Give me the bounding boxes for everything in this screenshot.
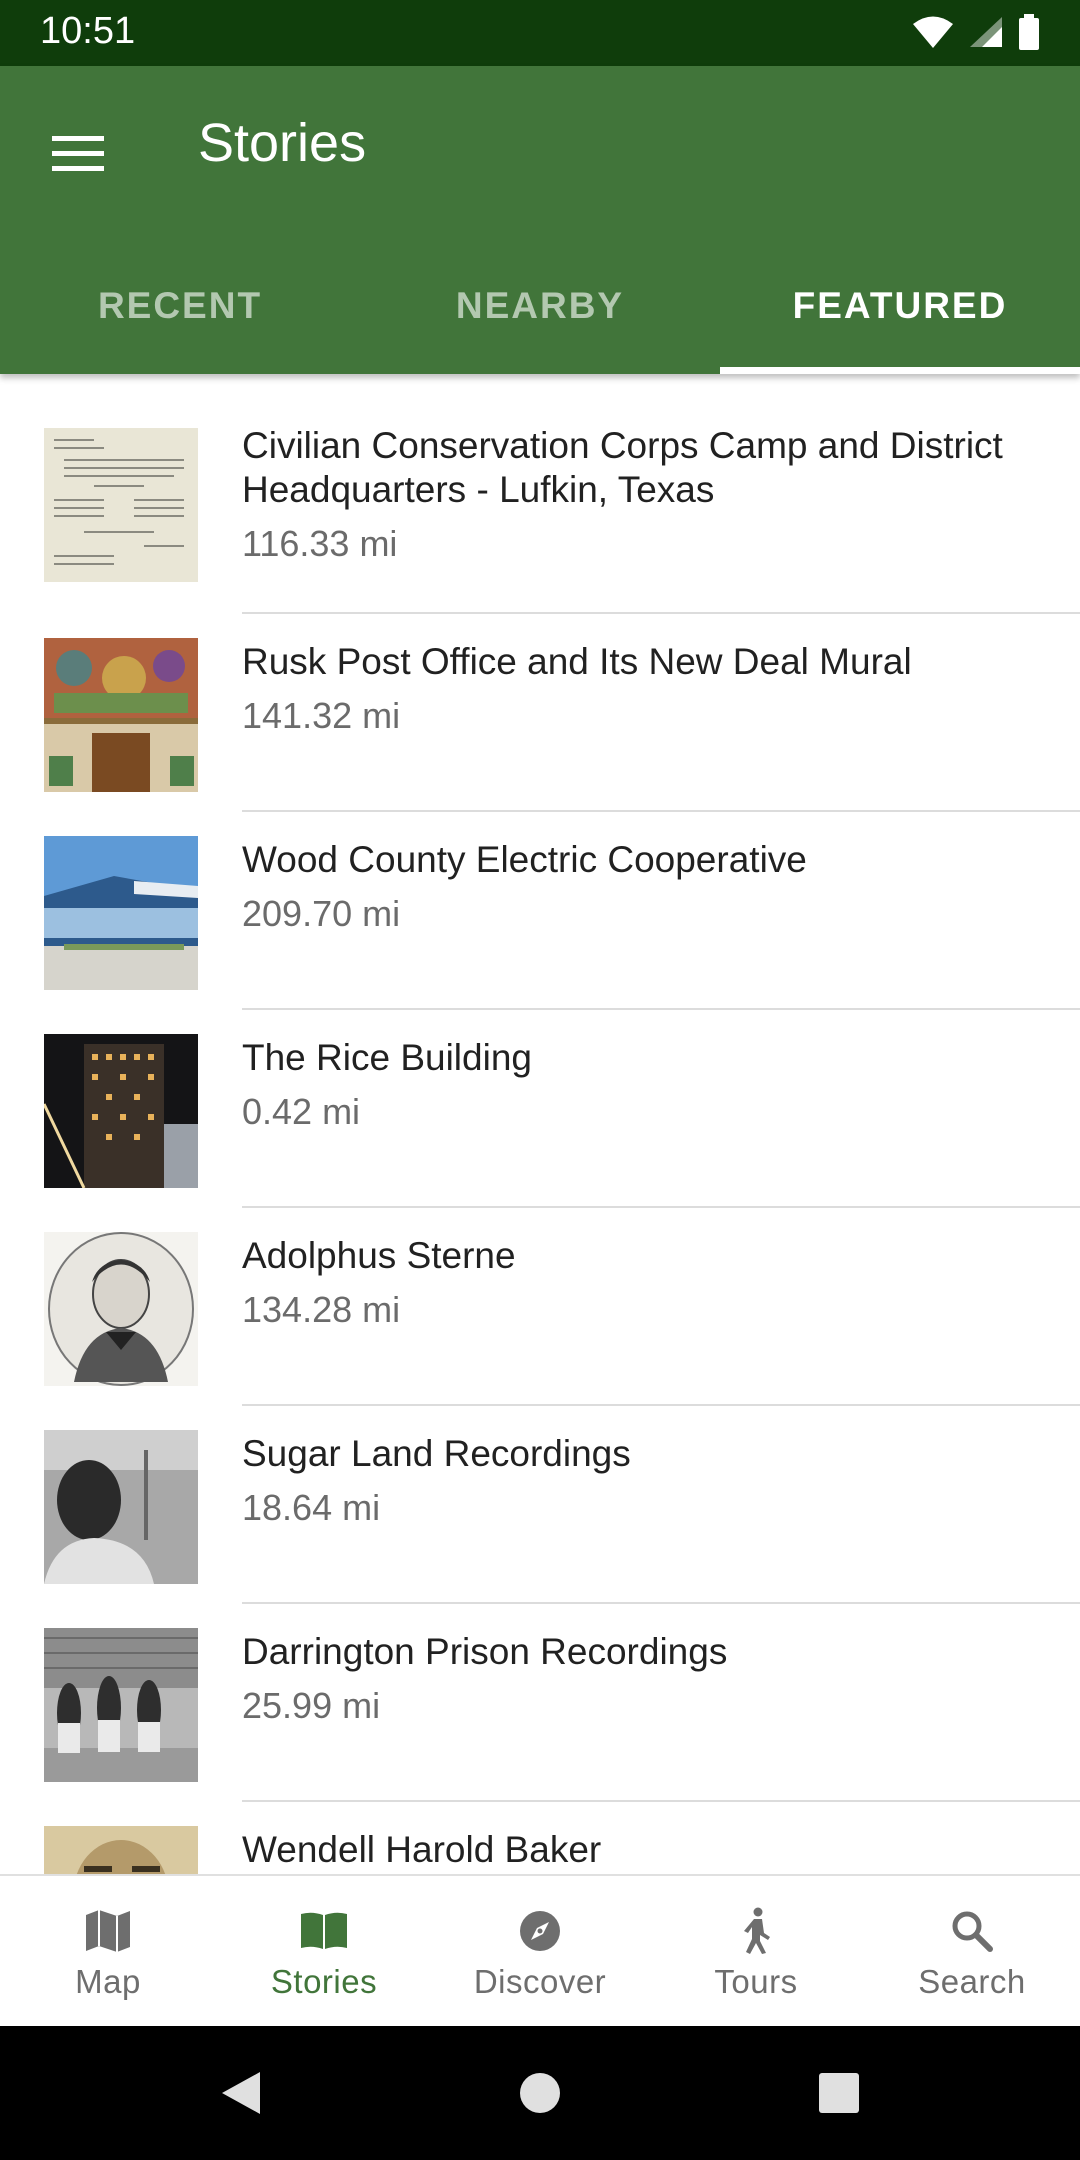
status-bar: 10:51 [0, 0, 1080, 66]
signal-icon [968, 15, 1004, 54]
story-thumbnail [44, 1628, 198, 1782]
nav-stories[interactable]: Stories [216, 1876, 432, 2028]
list-item[interactable]: Rusk Post Office and Its New Deal Mural … [0, 614, 1080, 812]
story-thumbnail [44, 1430, 198, 1584]
nav-discover[interactable]: Discover [432, 1876, 648, 2028]
nav-search[interactable]: Search [864, 1876, 1080, 2028]
app-bar: Stories RECENT NEARBY FEATURED [0, 66, 1080, 374]
nav-tours[interactable]: Tours [648, 1876, 864, 2028]
tab-bar: RECENT NEARBY FEATURED [0, 238, 1080, 374]
hamburger-menu-icon [52, 135, 104, 177]
list-item[interactable]: Wood County Electric Cooperative 209.70 … [0, 812, 1080, 1010]
walking-icon [728, 1903, 784, 1959]
wifi-icon [912, 15, 954, 54]
map-icon [80, 1903, 136, 1959]
recents-square-icon [819, 2073, 859, 2113]
story-title: Darrington Prison Recordings [242, 1631, 728, 1672]
nav-label: Tours [714, 1963, 798, 2000]
status-icons [912, 13, 1040, 55]
status-time: 10:51 [40, 10, 136, 52]
story-thumbnail [44, 1232, 198, 1386]
story-title: Civilian Conservation Corps Camp and Dis… [242, 425, 1003, 510]
system-navigation-bar [0, 2026, 1080, 2160]
story-distance: 134.28 mi [242, 1289, 401, 1330]
story-thumbnail [44, 836, 198, 990]
list-item[interactable]: Darrington Prison Recordings 25.99 mi [0, 1604, 1080, 1802]
home-button[interactable] [515, 2068, 565, 2118]
nav-label: Map [75, 1963, 141, 2000]
battery-icon [1018, 13, 1040, 55]
tab-nearby[interactable]: NEARBY [360, 238, 720, 374]
book-icon [296, 1903, 352, 1959]
page-title: Stories [198, 113, 367, 173]
story-distance: 18.64 mi [242, 1487, 381, 1528]
story-list: Civilian Conservation Corps Camp and Dis… [0, 374, 1080, 1874]
story-title: Wendell Harold Baker [242, 1829, 602, 1870]
home-circle-icon [520, 2073, 560, 2113]
recents-button[interactable] [814, 2068, 864, 2118]
back-triangle-icon [222, 2072, 260, 2114]
compass-icon [512, 1903, 568, 1959]
story-title: Rusk Post Office and Its New Deal Mural [242, 641, 912, 682]
back-button[interactable] [216, 2068, 266, 2118]
menu-button[interactable] [40, 118, 116, 194]
tab-recent[interactable]: RECENT [0, 238, 360, 374]
story-thumbnail [44, 638, 198, 792]
list-item[interactable]: Civilian Conservation Corps Camp and Dis… [0, 374, 1080, 614]
nav-label: Discover [473, 1963, 607, 2000]
story-distance: 141.32 mi [242, 695, 401, 736]
story-distance: 25.99 mi [242, 1685, 381, 1726]
story-distance: 116.33 mi [242, 523, 398, 564]
tab-featured[interactable]: FEATURED [720, 238, 1080, 374]
story-title: Adolphus Sterne [242, 1235, 516, 1276]
nav-label: Stories [270, 1963, 378, 2000]
story-distance: 0.42 mi [242, 1091, 361, 1132]
story-title: Sugar Land Recordings [242, 1433, 631, 1474]
story-thumbnail [44, 1826, 198, 1874]
story-thumbnail [44, 1034, 198, 1188]
story-title: Wood County Electric Cooperative [242, 839, 807, 880]
list-item[interactable]: Sugar Land Recordings 18.64 mi [0, 1406, 1080, 1604]
search-icon [944, 1903, 1000, 1959]
list-item[interactable]: The Rice Building 0.42 mi [0, 1010, 1080, 1208]
bottom-navigation: Map Stories Discover Tours Search [0, 1874, 1080, 2028]
story-thumbnail [44, 428, 198, 582]
list-item[interactable]: Adolphus Sterne 134.28 mi [0, 1208, 1080, 1406]
story-title: The Rice Building [242, 1037, 532, 1078]
list-item[interactable]: Wendell Harold Baker [0, 1802, 1080, 1874]
story-distance: 209.70 mi [242, 893, 401, 934]
nav-label: Search [918, 1963, 1026, 2000]
nav-map[interactable]: Map [0, 1876, 216, 2028]
